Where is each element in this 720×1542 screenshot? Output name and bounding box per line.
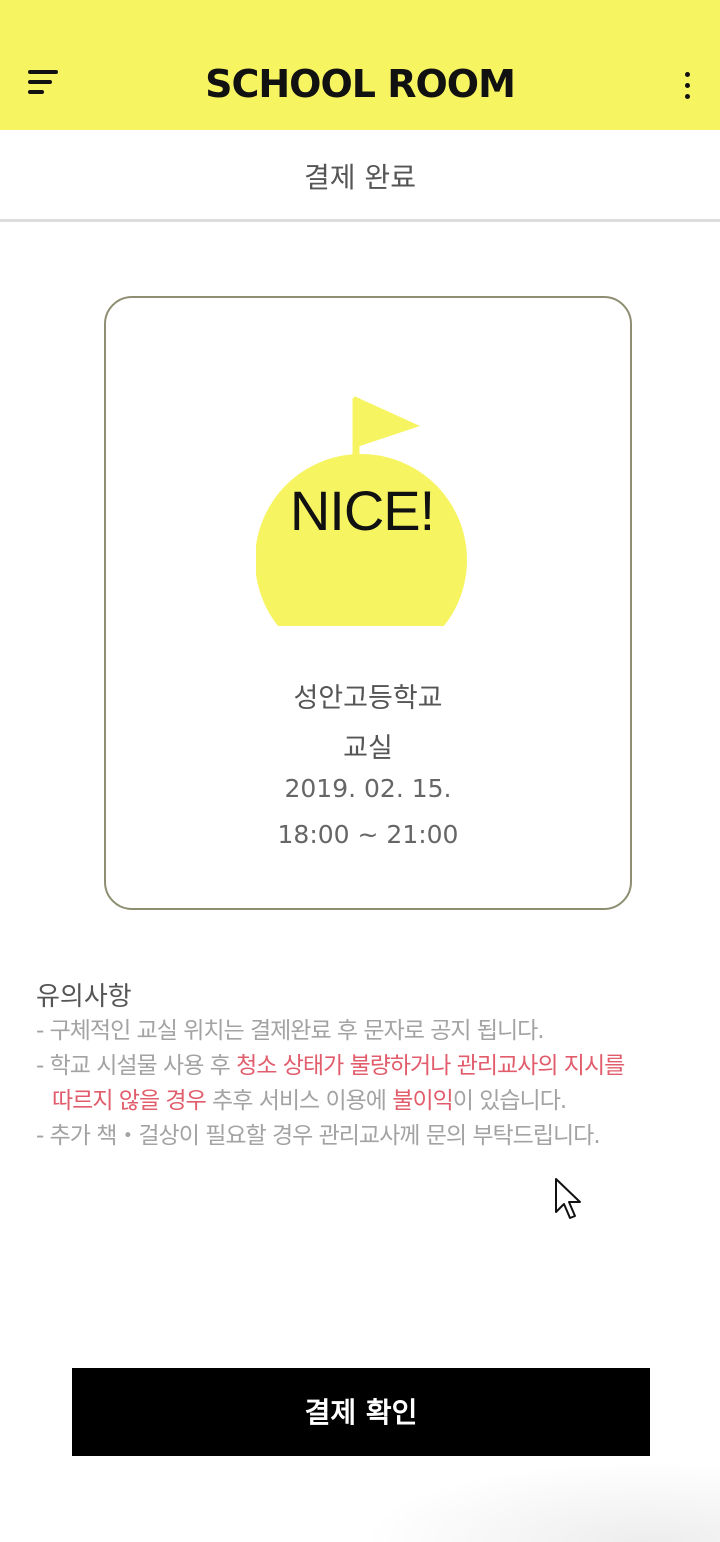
app-bar: SCHOOL ROOM — [0, 0, 720, 130]
more-vertical-icon[interactable] — [670, 64, 706, 108]
room-type: 교실 — [343, 733, 393, 764]
bottom-shadow — [360, 1460, 720, 1542]
page-title: 결제 완료 — [304, 161, 416, 194]
notice-text: 추후 서비스 이용에 — [205, 1088, 393, 1114]
notice-text: 이 있습니다. — [452, 1088, 567, 1114]
app-title: SCHOOL ROOM — [205, 62, 516, 106]
notice-item: - 학교 시설물 사용 후 청소 상태가 불량하거나 관리교사의 지시를 — [36, 1049, 706, 1084]
booking-date: 2019. 02. 15. — [284, 774, 452, 803]
notice-section: 유의사항 - 구체적인 교실 위치는 결제완료 후 문자로 공지 됩니다. - … — [36, 980, 706, 1154]
notice-highlight: 청소 상태가 불량하거나 관리교사의 지시를 — [236, 1053, 625, 1079]
notice-item: 따르지 않을 경우 추후 서비스 이용에 불이익이 있습니다. — [36, 1084, 706, 1119]
confirm-payment-button[interactable]: 결제 확인 — [72, 1368, 650, 1456]
booking-card: NICE! 성안고등학교 교실 2019. 02. 15. 18:00 ~ 21… — [104, 296, 632, 910]
booking-time: 18:00 ~ 21:00 — [277, 820, 459, 849]
notice-text: - 학교 시설물 사용 후 — [36, 1053, 237, 1079]
notice-title: 유의사항 — [36, 982, 132, 1012]
notice-highlight: 따르지 않을 경우 — [52, 1088, 207, 1114]
notice-item: - 구체적인 교실 위치는 결제완료 후 문자로 공지 됩니다. — [36, 1018, 545, 1044]
notice-highlight: 불이익 — [392, 1088, 453, 1114]
page-subheader: 결제 완료 — [0, 130, 720, 222]
mouse-cursor-icon — [555, 1178, 581, 1219]
notice-item: - 추가 책・걸상이 필요할 경우 관리교사께 문의 부탁드립니다. — [36, 1123, 601, 1149]
school-name: 성안고등학교 — [293, 683, 443, 714]
badge-text: NICE! — [289, 479, 435, 542]
